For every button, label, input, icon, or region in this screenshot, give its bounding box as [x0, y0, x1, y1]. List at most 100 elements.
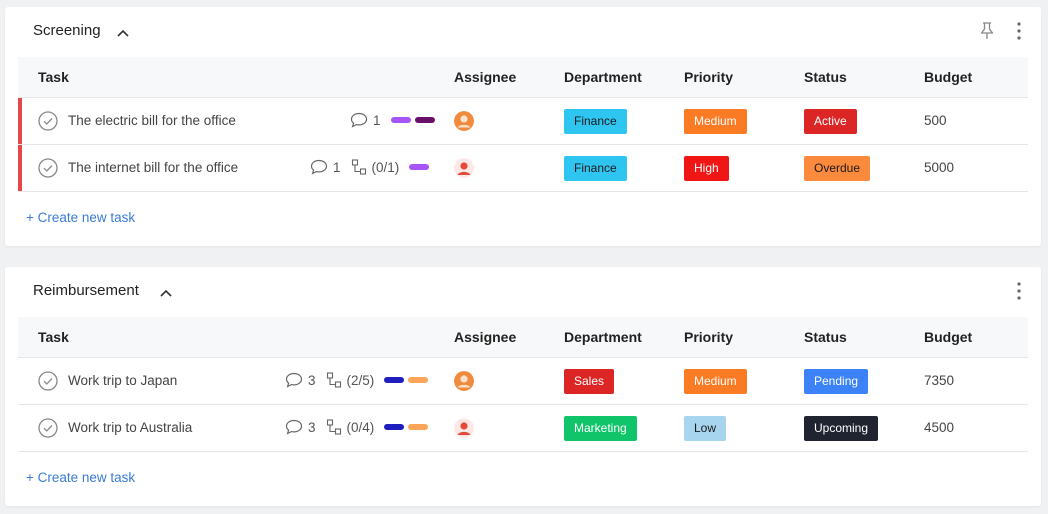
comments[interactable]: 3 [285, 372, 316, 388]
section-header: Screening [5, 7, 1041, 57]
table-row[interactable]: The electric bill for the office 1 Finan… [18, 98, 1028, 145]
priority-tag[interactable]: Medium [684, 109, 747, 134]
label-pill[interactable] [414, 117, 435, 123]
subtask-count: (0/4) [346, 419, 375, 435]
check-circle-icon [38, 111, 58, 131]
avatar[interactable] [454, 418, 474, 438]
comment-icon [285, 419, 303, 435]
complete-checkbox[interactable] [38, 371, 58, 391]
task-name[interactable]: The electric bill for the office [68, 113, 236, 128]
column-assignee[interactable]: Assignee [454, 69, 516, 85]
complete-checkbox[interactable] [38, 418, 58, 438]
complete-checkbox[interactable] [38, 158, 58, 178]
department-tag[interactable]: Finance [564, 109, 627, 134]
subtask-count: (2/5) [346, 372, 375, 388]
column-status[interactable]: Status [804, 329, 847, 345]
label-pill[interactable] [409, 164, 430, 170]
user-avatar-icon [454, 371, 474, 391]
priority-tag[interactable]: High [684, 156, 729, 181]
task-name[interactable]: Work trip to Australia [68, 420, 192, 435]
comment-icon [310, 159, 328, 175]
column-status[interactable]: Status [804, 69, 847, 85]
section-header: Reimbursement [5, 267, 1041, 317]
section-menu-button[interactable] [1009, 281, 1029, 301]
task-meta: 1 [350, 112, 439, 128]
subtasks[interactable]: (0/4) [326, 419, 375, 435]
subtask-icon [326, 372, 341, 388]
comments[interactable]: 1 [350, 112, 381, 128]
label-pill[interactable] [408, 377, 429, 383]
column-budget[interactable]: Budget [924, 69, 972, 85]
user-avatar-icon [454, 111, 474, 131]
avatar[interactable] [454, 111, 474, 131]
task-name[interactable]: The internet bill for the office [68, 160, 238, 175]
column-priority[interactable]: Priority [684, 329, 733, 345]
reimbursement-section: Reimbursement Task Assignee Department P… [5, 267, 1041, 506]
column-assignee[interactable]: Assignee [454, 329, 516, 345]
table-header: Task Assignee Department Priority Status… [18, 57, 1028, 98]
comment-count: 3 [308, 419, 316, 435]
comments[interactable]: 3 [285, 419, 316, 435]
column-task[interactable]: Task [38, 329, 69, 345]
budget-value[interactable]: 5000 [924, 160, 954, 175]
status-tag[interactable]: Active [804, 109, 857, 134]
status-tag[interactable]: Overdue [804, 156, 871, 181]
collapse-toggle[interactable] [158, 285, 174, 301]
column-budget[interactable]: Budget [924, 329, 972, 345]
collapse-toggle[interactable] [115, 25, 131, 41]
task-name[interactable]: Work trip to Japan [68, 373, 177, 388]
pin-icon [980, 22, 994, 39]
comment-icon [285, 372, 303, 388]
priority-tag[interactable]: Medium [684, 369, 747, 394]
table-row[interactable]: Work trip to Japan 3 (2/5) Sales Medium … [18, 358, 1028, 405]
column-department[interactable]: Department [564, 329, 642, 345]
table-header: Task Assignee Department Priority Status… [18, 317, 1028, 358]
more-vertical-icon [1017, 282, 1021, 300]
chevron-up-icon [117, 29, 129, 37]
task-meta: 3 (0/4) [285, 419, 432, 435]
user-avatar-icon [454, 158, 474, 178]
pin-button[interactable] [977, 21, 997, 41]
column-priority[interactable]: Priority [684, 69, 733, 85]
label-pill[interactable] [408, 424, 429, 430]
comments[interactable]: 1 [310, 159, 341, 175]
label-pill[interactable] [384, 377, 405, 383]
budget-value[interactable]: 7350 [924, 373, 954, 388]
complete-checkbox[interactable] [38, 111, 58, 131]
task-meta: 3 (2/5) [285, 372, 432, 388]
column-department[interactable]: Department [564, 69, 642, 85]
task-meta: 1 (0/1) [310, 159, 433, 175]
status-tag[interactable]: Pending [804, 369, 869, 394]
avatar[interactable] [454, 158, 474, 178]
budget-value[interactable]: 500 [924, 113, 947, 128]
label-pill[interactable] [390, 117, 411, 123]
table-row[interactable]: Work trip to Australia 3 (0/4) Marketing… [18, 405, 1028, 452]
comment-icon [350, 112, 368, 128]
task-table: Task Assignee Department Priority Status… [18, 317, 1028, 452]
chevron-up-icon [160, 289, 172, 297]
column-task[interactable]: Task [38, 69, 69, 85]
check-circle-icon [38, 418, 58, 438]
create-task-link[interactable]: + Create new task [26, 210, 135, 225]
subtask-icon [351, 159, 366, 175]
create-task-link[interactable]: + Create new task [26, 470, 135, 485]
section-title: Reimbursement [33, 282, 139, 299]
comment-count: 3 [308, 372, 316, 388]
more-vertical-icon [1017, 22, 1021, 40]
budget-value[interactable]: 4500 [924, 420, 954, 435]
priority-tag[interactable]: Low [684, 416, 727, 441]
subtasks[interactable]: (0/1) [351, 159, 400, 175]
subtasks[interactable]: (2/5) [326, 372, 375, 388]
department-tag[interactable]: Sales [564, 369, 615, 394]
check-circle-icon [38, 371, 58, 391]
status-tag[interactable]: Upcoming [804, 416, 879, 441]
section-menu-button[interactable] [1009, 21, 1029, 41]
subtask-count: (0/1) [371, 159, 400, 175]
task-table: Task Assignee Department Priority Status… [18, 57, 1028, 192]
label-pill[interactable] [384, 424, 405, 430]
avatar[interactable] [454, 371, 474, 391]
table-row[interactable]: The internet bill for the office 1 (0/1)… [18, 145, 1028, 192]
department-tag[interactable]: Marketing [564, 416, 637, 441]
department-tag[interactable]: Finance [564, 156, 627, 181]
user-avatar-icon [454, 418, 474, 438]
